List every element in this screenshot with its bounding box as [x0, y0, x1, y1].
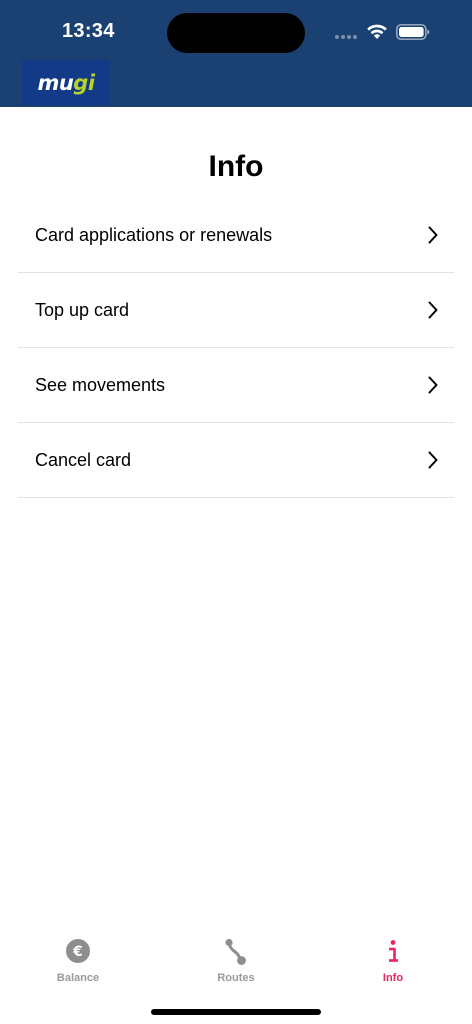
- tab-routes[interactable]: Routes: [176, 938, 296, 994]
- chevron-right-icon: [428, 301, 438, 319]
- app-screen: 13:34 mugi Info Card applications or ren…: [0, 0, 472, 1024]
- cellular-signal-icon: [335, 35, 357, 39]
- wifi-icon: [367, 24, 387, 39]
- status-time: 13:34: [62, 20, 115, 42]
- list-item-label: Top up card: [35, 299, 130, 320]
- chevron-right-icon: [428, 376, 438, 394]
- tab-balance[interactable]: € Balance: [18, 938, 138, 994]
- page-title: Info: [208, 150, 264, 183]
- euro-coin-icon: €: [66, 939, 90, 963]
- tab-label: Routes: [217, 972, 255, 984]
- tab-label: Balance: [56, 972, 100, 984]
- info-list: Card applications or renewals Top up car…: [18, 198, 454, 498]
- mugi-logo: mugi: [22, 60, 110, 105]
- battery-icon: [396, 24, 430, 40]
- svg-text:€: €: [72, 944, 83, 960]
- home-indicator[interactable]: [151, 1009, 321, 1015]
- info-icon: [389, 940, 398, 962]
- route-icon: [225, 938, 246, 965]
- tab-label: Info: [382, 972, 404, 984]
- list-item-label: See movements: [35, 374, 166, 395]
- list-item-cancel-card[interactable]: Cancel card: [18, 423, 454, 498]
- list-item-label: Card applications or renewals: [35, 224, 273, 245]
- tab-info[interactable]: Info: [333, 938, 453, 994]
- list-item-top-up-card[interactable]: Top up card: [18, 273, 454, 348]
- chevron-right-icon: [428, 226, 438, 244]
- list-item-see-movements[interactable]: See movements: [18, 348, 454, 423]
- dynamic-island: [167, 13, 305, 53]
- list-item-label: Cancel card: [35, 449, 132, 470]
- list-item-card-applications[interactable]: Card applications or renewals: [18, 198, 454, 273]
- chevron-right-icon: [428, 451, 438, 469]
- app-header: 13:34 mugi: [0, 0, 472, 107]
